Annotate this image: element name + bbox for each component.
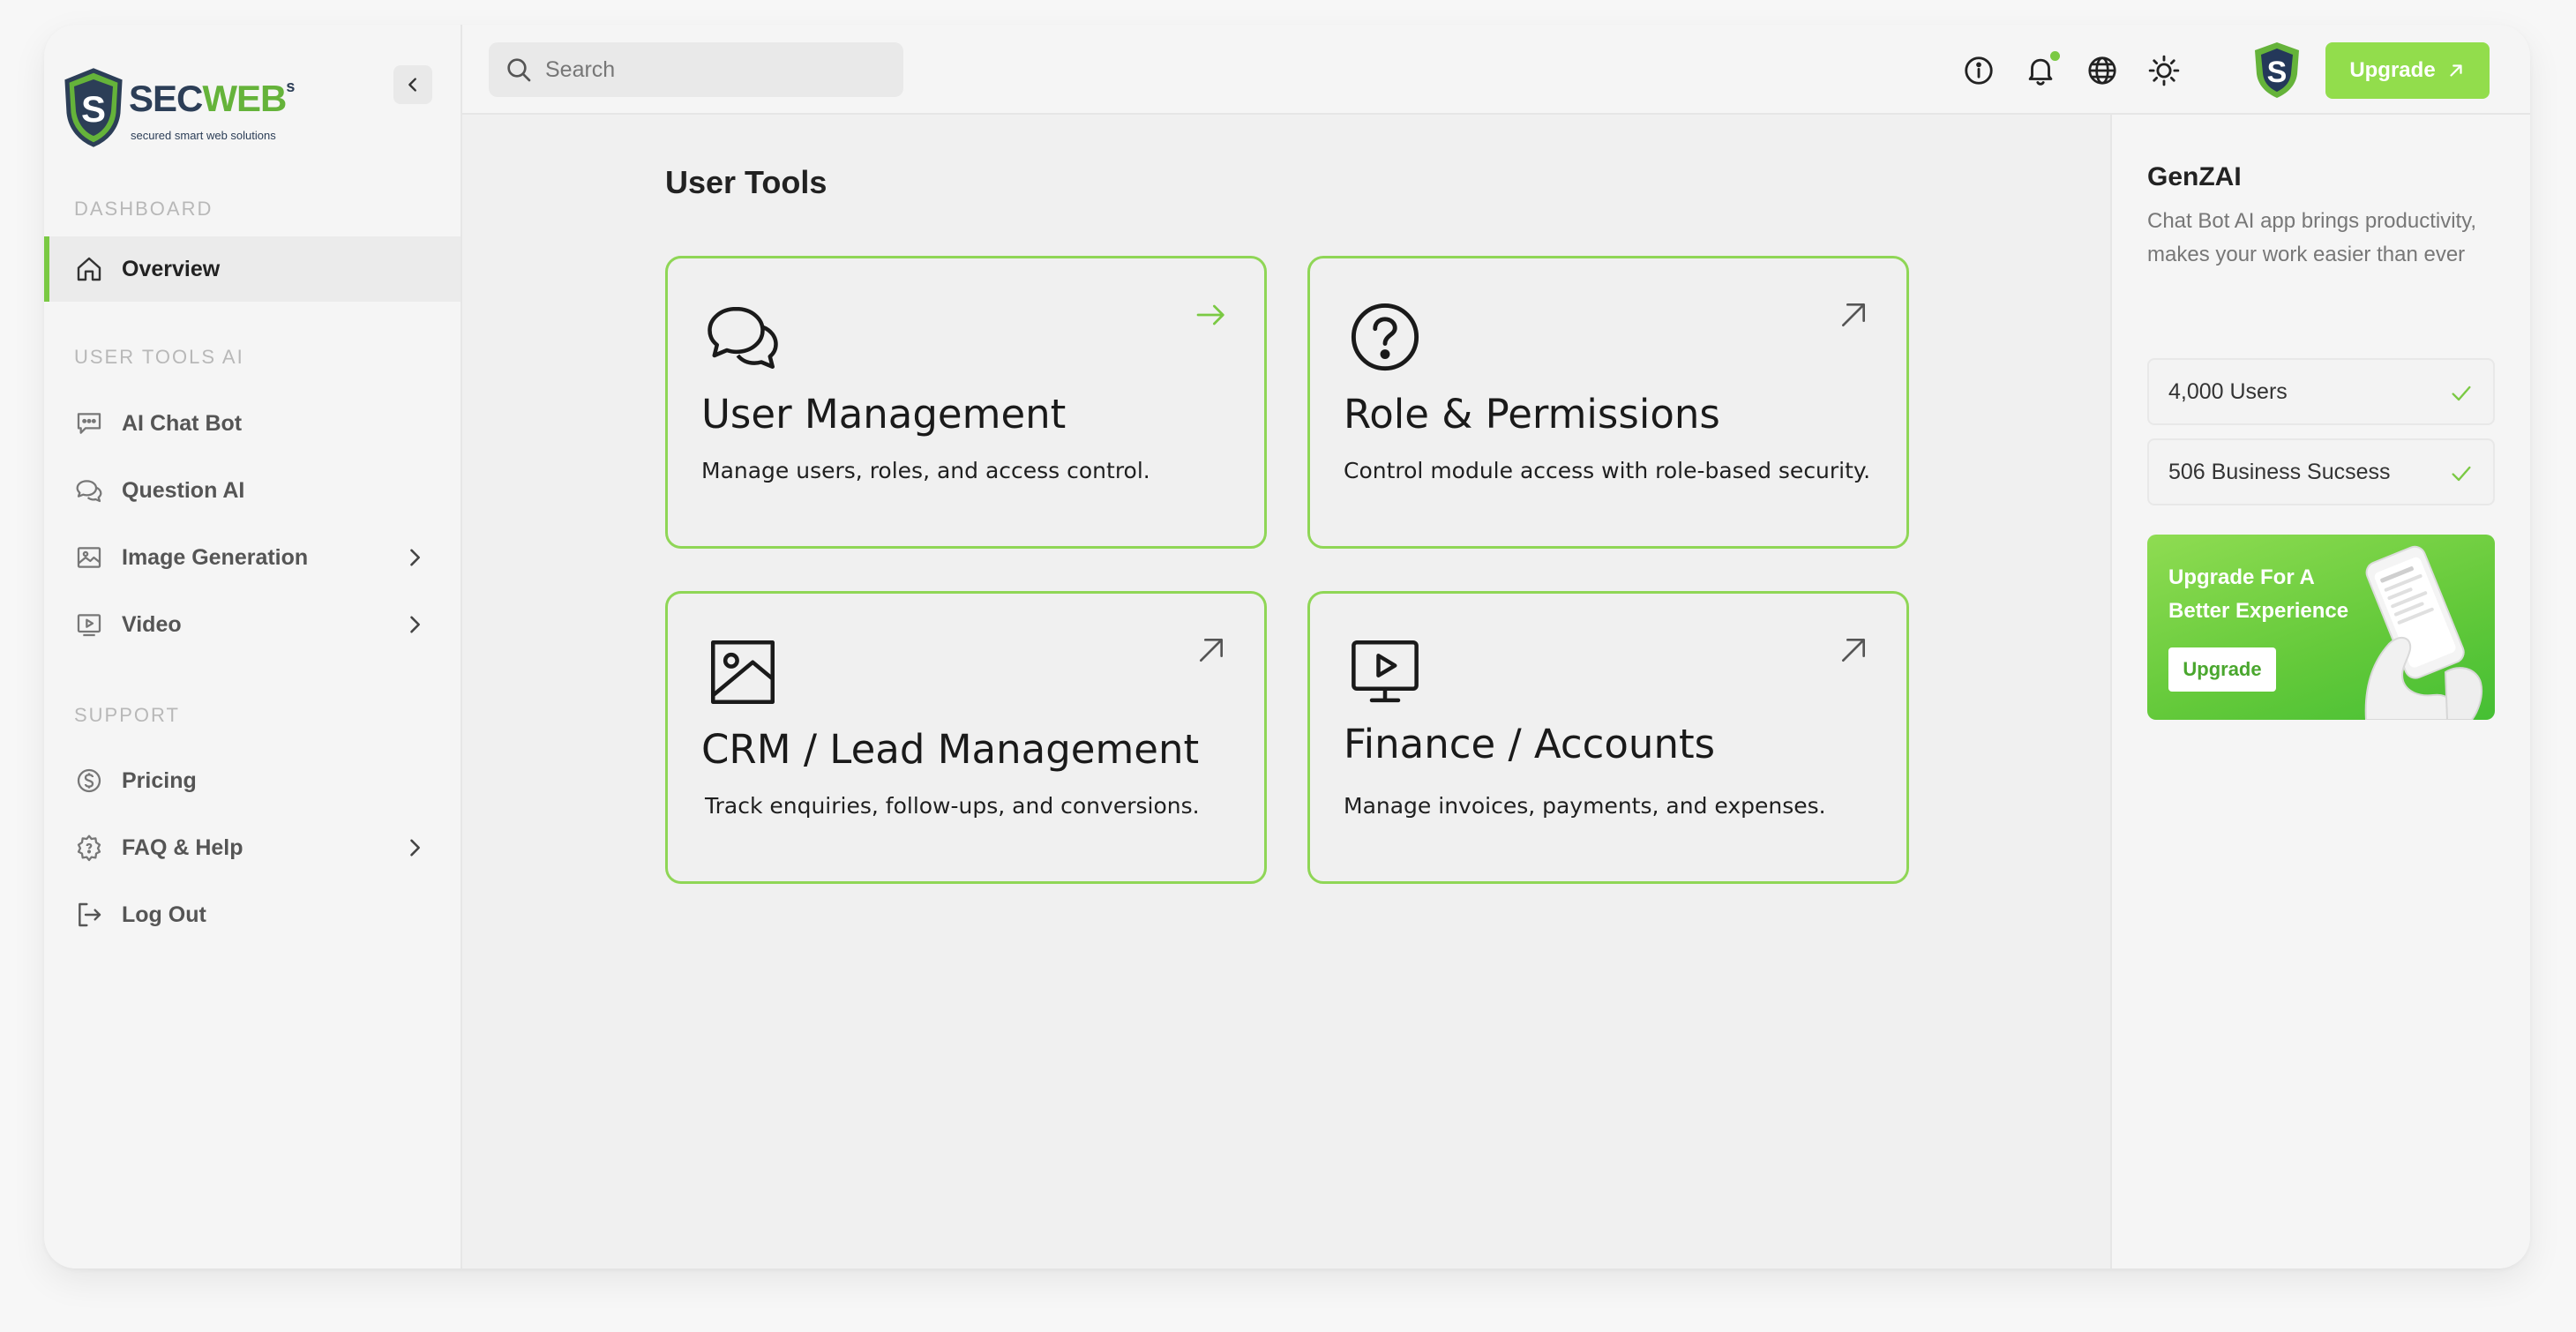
- shield-logo-icon: S: [64, 68, 123, 147]
- sidebar-item-label: AI Chat Bot: [122, 410, 243, 436]
- search-input[interactable]: [545, 56, 880, 83]
- avatar[interactable]: S: [2246, 39, 2308, 101]
- shield-avatar-icon: S: [2255, 42, 2299, 98]
- card-title: User Management: [701, 391, 1067, 438]
- sidebar-item-label: Video: [122, 611, 182, 637]
- check-icon: [2452, 466, 2471, 482]
- video-icon: [74, 610, 104, 640]
- chevron-right-icon: [410, 549, 420, 566]
- section-label-support: SUPPORT: [74, 704, 180, 726]
- stat-label: 506 Business Sucsess: [2168, 459, 2391, 484]
- home-icon: [74, 254, 104, 284]
- chevron-right-icon: [410, 839, 420, 857]
- page-title: User Tools: [665, 164, 827, 200]
- brand-name: SECWEBs: [129, 78, 295, 119]
- search-box[interactable]: [489, 42, 903, 97]
- monitor-play-icon: [1352, 640, 1419, 703]
- sidebar-item-label: Overview: [122, 256, 221, 281]
- stat-business: 506 Business Sucsess: [2147, 438, 2495, 505]
- sidebar-item-ai-chat-bot[interactable]: AI Chat Bot: [44, 391, 461, 456]
- sidebar-item-label: Image Generation: [122, 544, 309, 570]
- globe-icon: [2088, 56, 2116, 85]
- card-title: Role & Permissions: [1344, 391, 1720, 438]
- arrow-up-right-icon: [2450, 64, 2462, 77]
- upgrade-button[interactable]: Upgrade: [2325, 42, 2490, 99]
- notification-dot: [2050, 51, 2060, 61]
- stat-users: 4,000 Users: [2147, 358, 2495, 425]
- notifications-button[interactable]: [2024, 51, 2060, 87]
- panel-title: GenZAI: [2147, 162, 2242, 191]
- right-panel: GenZAI Chat Bot AI app brings productivi…: [2110, 115, 2530, 1268]
- sidebar-item-label: Log Out: [122, 902, 206, 927]
- sidebar-item-image-generation[interactable]: Image Generation: [44, 525, 461, 590]
- arrow-right-icon[interactable]: [1194, 297, 1229, 333]
- upgrade-button-label: Upgrade: [2349, 58, 2436, 82]
- sidebar-item-label: FAQ & Help: [122, 834, 243, 860]
- chevron-left-icon: [408, 78, 416, 92]
- brand-tagline: secured smart web solutions: [131, 129, 276, 142]
- arrow-up-right-icon[interactable]: [1836, 297, 1871, 333]
- info-icon: [1965, 56, 1993, 85]
- brand-logo[interactable]: S SECWEBs secured smart web solutions: [62, 67, 295, 148]
- card-description: Control module access with role-based se…: [1344, 458, 1871, 483]
- chat-bot-icon: [74, 408, 104, 438]
- svg-text:S: S: [81, 88, 106, 130]
- card-user-management[interactable]: User Management Manage users, roles, and…: [665, 256, 1267, 549]
- check-icon: [2452, 385, 2471, 401]
- logout-icon: [74, 900, 104, 930]
- svg-text:S: S: [2267, 56, 2288, 89]
- arrow-up-right-icon[interactable]: [1194, 632, 1229, 668]
- app-window: S SECWEBs secured smart web solutions DA…: [44, 25, 2530, 1268]
- card-title: Finance / Accounts: [1344, 721, 1716, 767]
- sidebar-item-video[interactable]: Video: [44, 592, 461, 657]
- promo-upgrade-button[interactable]: Upgrade: [2168, 647, 2276, 692]
- arrow-up-right-icon[interactable]: [1836, 632, 1871, 668]
- card-description: Manage invoices, payments, and expenses.: [1344, 793, 1826, 819]
- sidebar-item-faq-help[interactable]: FAQ & Help: [44, 815, 461, 880]
- gear-help-icon: [74, 833, 104, 863]
- theme-toggle-button[interactable]: [2147, 54, 2181, 87]
- panel-description: Chat Bot AI app brings productivity, mak…: [2147, 209, 2477, 266]
- section-label-user-tools: USER TOOLS AI: [74, 346, 244, 368]
- chat-bubbles-icon: [74, 475, 104, 505]
- info-button[interactable]: [1962, 54, 1996, 87]
- card-description: Track enquiries, follow-ups, and convers…: [705, 793, 1200, 819]
- sidebar-item-overview[interactable]: Overview: [44, 236, 461, 302]
- question-circle-icon: [1351, 303, 1419, 371]
- collapse-sidebar-button[interactable]: [393, 65, 432, 104]
- card-description: Manage users, roles, and access control.: [701, 458, 1150, 483]
- stat-label: 4,000 Users: [2168, 378, 2288, 404]
- chevron-right-icon: [410, 616, 420, 633]
- language-button[interactable]: [2086, 54, 2119, 87]
- image-icon: [711, 640, 775, 704]
- sidebar-item-pricing[interactable]: Pricing: [44, 748, 461, 813]
- top-bar: S Upgrade: [462, 25, 2530, 115]
- phone-in-hand-illustration: [2364, 545, 2482, 720]
- chat-bubbles-icon: [708, 306, 778, 369]
- card-finance-accounts[interactable]: Finance / Accounts Manage invoices, paym…: [1307, 591, 1909, 884]
- sidebar-item-label: Pricing: [122, 767, 197, 793]
- sidebar-item-label: Question AI: [122, 477, 245, 503]
- section-label-dashboard: DASHBOARD: [74, 198, 213, 220]
- promo-text: Upgrade For A Better Experience: [2168, 565, 2349, 623]
- sidebar: S SECWEBs secured smart web solutions DA…: [44, 25, 462, 1268]
- sidebar-item-log-out[interactable]: Log Out: [44, 882, 461, 947]
- card-crm-lead-management[interactable]: CRM / Lead Management Track enquiries, f…: [665, 591, 1267, 884]
- sun-icon: [2148, 55, 2180, 86]
- card-role-permissions[interactable]: Role & Permissions Control module access…: [1307, 256, 1909, 549]
- sidebar-item-question-ai[interactable]: Question AI: [44, 458, 461, 523]
- images-icon: [74, 543, 104, 572]
- search-icon: [507, 58, 531, 82]
- card-title: CRM / Lead Management: [701, 726, 1200, 773]
- dollar-icon: [74, 766, 104, 796]
- upgrade-promo-card: Upgrade For A Better Experience Upgrade: [2147, 535, 2495, 720]
